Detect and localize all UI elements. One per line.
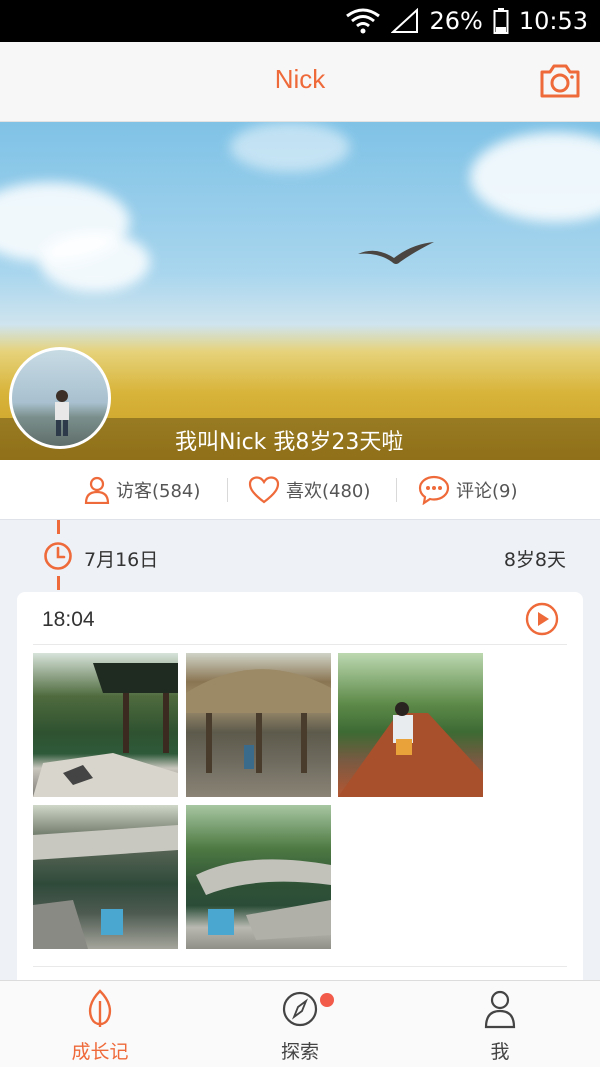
photo-thumbnail[interactable]: [186, 653, 331, 797]
timeline-age: 8岁8天: [503, 549, 566, 571]
heart-icon: [248, 476, 280, 504]
timeline-date: 7月16日: [84, 549, 159, 571]
comment-icon: [418, 475, 450, 505]
nav-item-growth[interactable]: 成长记: [0, 981, 200, 1067]
timeline-entry-card[interactable]: 18:04: [17, 592, 583, 992]
app-header: Nick: [0, 42, 600, 122]
photo-thumbnail[interactable]: [338, 653, 483, 797]
bottom-nav: 成长记 探索 我: [0, 980, 600, 1067]
person-icon: [484, 990, 516, 1029]
compass-icon: [282, 991, 318, 1027]
divider: [227, 478, 228, 502]
camera-icon[interactable]: [538, 62, 582, 100]
pavilion-shape: [33, 663, 178, 797]
notification-badge: [320, 993, 334, 1007]
cloud-shape: [230, 122, 350, 172]
bird-icon: [358, 242, 434, 264]
likes-label: 喜欢(480): [286, 481, 371, 502]
divider: [396, 478, 397, 502]
nav-label: 成长记: [71, 1041, 129, 1063]
nav-label: 探索: [280, 1041, 319, 1063]
divider: [33, 966, 567, 967]
page-title: Nick: [274, 64, 326, 94]
stats-bar: 访客(584) 喜欢(480) 评论(9): [0, 460, 600, 520]
cloud-shape: [470, 132, 600, 222]
cover-caption: 我叫Nick 我8岁23天啦: [175, 430, 404, 455]
avatar[interactable]: [9, 347, 111, 449]
signal-icon: [391, 8, 419, 33]
entry-time: 18:04: [42, 608, 95, 631]
nav-item-me[interactable]: 我: [400, 981, 600, 1067]
battery-percent: 26%: [429, 7, 483, 35]
comments-stat[interactable]: 评论(9): [418, 460, 518, 520]
visitors-stat[interactable]: 访客(584): [84, 460, 200, 520]
cloud-shape: [40, 232, 150, 292]
battery-icon: [493, 8, 509, 34]
likes-stat[interactable]: 喜欢(480): [248, 460, 370, 520]
comments-label: 评论(9): [456, 481, 518, 502]
status-bar: 26% 10:53: [0, 0, 600, 42]
status-time: 10:53: [518, 7, 588, 35]
photo-thumbnail[interactable]: [33, 805, 178, 949]
leaf-icon: [88, 989, 112, 1027]
nav-label: 我: [490, 1041, 510, 1063]
pond-shape: [196, 859, 331, 940]
pond-shape: [33, 825, 178, 949]
divider: [33, 644, 567, 645]
clock-icon: [42, 540, 74, 572]
visitors-label: 访客(584): [116, 481, 201, 502]
child-figure: [55, 390, 69, 436]
photo-thumbnail[interactable]: [186, 805, 331, 949]
photo-thumbnail[interactable]: [33, 653, 178, 797]
person-icon: [84, 476, 110, 504]
nav-item-explore[interactable]: 探索: [200, 981, 400, 1067]
hut-shape: [186, 669, 331, 773]
boardwalk-shape: [338, 702, 483, 797]
wifi-icon: [346, 8, 381, 34]
play-icon[interactable]: [525, 602, 559, 636]
